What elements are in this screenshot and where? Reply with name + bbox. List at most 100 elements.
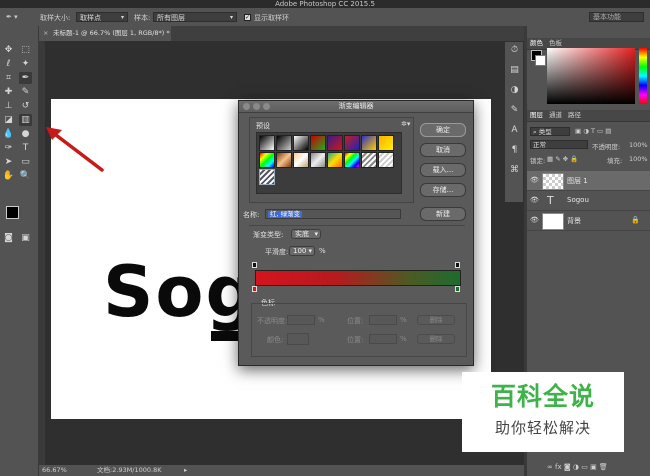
- preset-swatch[interactable]: [293, 152, 309, 168]
- preset-swatch[interactable]: [259, 152, 275, 168]
- tab-layers[interactable]: 图层: [530, 110, 543, 121]
- show-ring-checkbox[interactable]: ✓: [244, 14, 251, 21]
- color-stop-right[interactable]: [455, 286, 460, 292]
- preset-swatch[interactable]: [361, 152, 377, 168]
- clone-stamp-tool-icon[interactable]: ⊥: [2, 100, 15, 112]
- pen-tool-icon[interactable]: ✑: [2, 142, 15, 154]
- smoothness-input[interactable]: 100 ▾: [289, 246, 315, 256]
- preset-swatch[interactable]: [276, 152, 292, 168]
- layer-footer-icons[interactable]: ∞ fx ◙ ◑ ▭ ▣ 🗑: [547, 463, 608, 471]
- color-location-input[interactable]: [369, 334, 397, 344]
- screen-mode-icon[interactable]: ▣: [19, 232, 32, 244]
- stop-location-input[interactable]: [369, 315, 397, 325]
- new-button[interactable]: 新建: [420, 207, 466, 221]
- color-stop-left[interactable]: [252, 286, 257, 292]
- eyedropper-tool-icon[interactable]: ✒ ▾: [6, 13, 18, 21]
- path-selection-tool-icon[interactable]: ➤: [2, 156, 15, 168]
- foreground-color-swatch[interactable]: [6, 206, 19, 219]
- rectangle-tool-icon[interactable]: ▭: [19, 156, 32, 168]
- save-button[interactable]: 存储...: [420, 183, 466, 197]
- preset-swatch[interactable]: [310, 152, 326, 168]
- type-tool-icon[interactable]: T: [19, 142, 32, 154]
- ok-button[interactable]: 确定: [420, 123, 466, 137]
- crop-tool-icon[interactable]: ⌗: [2, 72, 15, 84]
- zoom-tool-icon[interactable]: 🔍: [19, 170, 32, 182]
- opacity-stop-left[interactable]: [252, 262, 257, 268]
- sample-select[interactable]: 所有图层 ▾: [153, 12, 237, 22]
- stop-location-label: 位置:: [347, 317, 364, 325]
- lasso-tool-icon[interactable]: ℓ: [2, 58, 15, 70]
- zoom-level[interactable]: 66.67%: [42, 465, 67, 476]
- preset-swatch[interactable]: [327, 152, 343, 168]
- show-ring-label: 显示取样环: [254, 14, 289, 22]
- layer-row-background[interactable]: 👁 背景 🔒: [527, 211, 650, 231]
- gradient-type-select[interactable]: 实底 ▾: [291, 229, 321, 239]
- lock-label: 锁定:: [530, 157, 546, 165]
- layer-row-text[interactable]: 👁 T Sogou: [527, 191, 650, 211]
- preset-swatch[interactable]: [361, 135, 377, 151]
- tab-channels[interactable]: 通道: [549, 110, 562, 121]
- preset-swatch[interactable]: [276, 135, 292, 151]
- layer-row-layer1[interactable]: 👁 图层 1: [527, 171, 650, 191]
- adjustments-panel-icon[interactable]: ◑: [508, 84, 521, 96]
- gear-icon[interactable]: ✲▾: [401, 120, 410, 128]
- properties-panel-icon[interactable]: ▤: [508, 64, 521, 76]
- layer-kind-filter[interactable]: ⌕ 类型: [530, 127, 570, 136]
- visibility-eye-icon[interactable]: 👁: [530, 216, 539, 224]
- preset-swatch[interactable]: [259, 135, 275, 151]
- preset-swatch[interactable]: [378, 135, 394, 151]
- preset-swatch[interactable]: [344, 152, 360, 168]
- close-tab-icon[interactable]: ×: [43, 26, 48, 41]
- delete-opacity-stop-button[interactable]: 删除: [417, 315, 455, 325]
- opacity-value[interactable]: 100%: [629, 141, 648, 149]
- blur-tool-icon[interactable]: 💧: [2, 128, 15, 140]
- preset-swatch[interactable]: [293, 135, 309, 151]
- preset-swatch[interactable]: [327, 135, 343, 151]
- tab-paths[interactable]: 路径: [568, 110, 581, 121]
- fill-value[interactable]: 100%: [629, 155, 648, 163]
- dodge-tool-icon[interactable]: ●: [19, 128, 32, 140]
- preset-swatch[interactable]: [310, 135, 326, 151]
- stop-opacity-input[interactable]: [287, 315, 315, 325]
- sample-size-select[interactable]: 取样点 ▾: [76, 12, 128, 22]
- gradient-preview-bar[interactable]: [255, 270, 461, 286]
- workspace-switcher[interactable]: 基本功能: [589, 12, 644, 22]
- visibility-eye-icon[interactable]: 👁: [530, 176, 539, 184]
- panel-background-swatch[interactable]: [535, 55, 546, 66]
- visibility-eye-icon[interactable]: 👁: [530, 196, 539, 204]
- opacity-stop-right[interactable]: [455, 262, 460, 268]
- magic-wand-tool-icon[interactable]: ✦: [19, 58, 32, 70]
- quick-mask-icon[interactable]: ◙: [2, 232, 15, 244]
- glyphs-panel-icon[interactable]: ⌘: [508, 164, 521, 176]
- hue-slider[interactable]: [639, 48, 647, 104]
- layer-name: 图层 1: [567, 177, 588, 185]
- move-tool-icon[interactable]: ✥: [2, 44, 15, 56]
- color-picker-field[interactable]: [547, 48, 635, 104]
- gradient-name-input[interactable]: 红, 绿渐变: [265, 209, 401, 219]
- status-menu-icon[interactable]: ▸: [184, 465, 187, 476]
- document-tab[interactable]: × 未标题-1 @ 66.7% (图层 1, RGB/8*) *: [39, 26, 171, 41]
- delete-color-stop-button[interactable]: 删除: [417, 334, 455, 344]
- healing-brush-tool-icon[interactable]: ✚: [2, 86, 15, 98]
- history-panel-icon[interactable]: ⏱: [508, 44, 521, 56]
- gradient-tool-icon[interactable]: ▥: [19, 114, 32, 126]
- preset-swatch[interactable]: [344, 135, 360, 151]
- eraser-tool-icon[interactable]: ◪: [2, 114, 15, 126]
- lock-icons[interactable]: ▦ ✎ ✥ 🔒: [547, 155, 578, 163]
- blend-mode-select[interactable]: 正常: [530, 140, 588, 149]
- hand-tool-icon[interactable]: ✋: [2, 170, 15, 182]
- stop-color-swatch[interactable]: [287, 333, 309, 345]
- brushes-panel-icon[interactable]: ✎: [508, 104, 521, 116]
- cancel-button[interactable]: 取消: [420, 143, 466, 157]
- preset-swatch[interactable]: [378, 152, 394, 168]
- load-button[interactable]: 载入...: [420, 163, 466, 177]
- preset-swatch[interactable]: [259, 169, 275, 185]
- brush-tool-icon[interactable]: ✎: [19, 86, 32, 98]
- character-panel-icon[interactable]: A: [508, 124, 521, 136]
- layer-filter-icons[interactable]: ▣ ◑ T ▭ ▤: [575, 127, 611, 135]
- history-brush-tool-icon[interactable]: ↺: [19, 100, 32, 112]
- marquee-tool-icon[interactable]: ⬚: [19, 44, 32, 56]
- eyedropper-tool-icon[interactable]: ✒: [19, 72, 32, 84]
- paragraph-panel-icon[interactable]: ¶: [508, 144, 521, 156]
- tab-color[interactable]: 颜色: [530, 38, 543, 49]
